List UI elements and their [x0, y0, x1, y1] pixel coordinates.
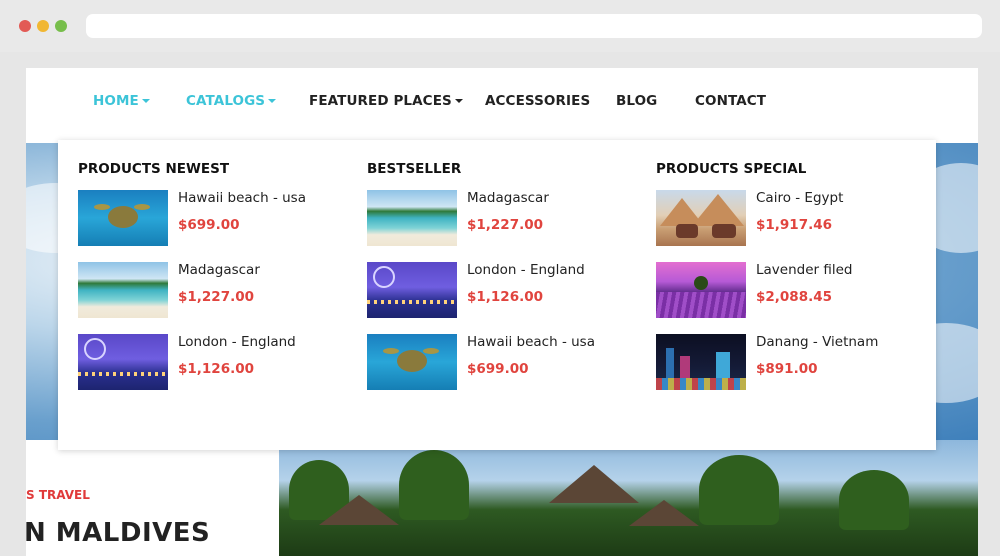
product-price: $1,227.00: [467, 217, 544, 233]
product-item[interactable]: Madagascar $1,227.00: [367, 190, 647, 246]
nav-home-label: HOME: [93, 93, 139, 109]
product-price: $1,126.00: [178, 361, 255, 377]
hero-tag: S TRAVEL: [26, 488, 90, 502]
window-zoom-button[interactable]: [55, 20, 67, 32]
sea-turtle-thumbnail[interactable]: [367, 334, 457, 390]
product-name[interactable]: Hawaii beach - usa: [178, 190, 306, 206]
product-name[interactable]: Madagascar: [178, 262, 260, 278]
sea-turtle-thumbnail[interactable]: [78, 190, 168, 246]
product-price: $1,126.00: [467, 289, 544, 305]
hut-roof: [629, 500, 699, 526]
nav-catalogs-label: CATALOGS: [186, 93, 266, 109]
nav-accessories-label: ACCESSORIES: [485, 93, 591, 109]
product-name[interactable]: Lavender filed: [756, 262, 853, 278]
chevron-down-icon: [454, 99, 463, 103]
chevron-down-icon: [141, 99, 150, 103]
column-title: PRODUCTS NEWEST: [78, 161, 230, 177]
product-item[interactable]: Hawaii beach - usa $699.00: [367, 334, 647, 390]
product-name[interactable]: Cairo - Egypt: [756, 190, 843, 206]
danang-night-thumbnail[interactable]: [656, 334, 746, 390]
product-item[interactable]: London - England $1,126.00: [78, 334, 358, 390]
nav-contact[interactable]: CONTACT: [695, 93, 766, 109]
product-item[interactable]: Danang - Vietnam $891.00: [656, 334, 936, 390]
product-price: $2,088.45: [756, 289, 833, 305]
nav-home[interactable]: HOME: [93, 93, 150, 109]
palm-tree: [699, 455, 779, 525]
nav-featured-places[interactable]: FEATURED PLACES: [309, 93, 463, 109]
main-navbar: HOME CATALOGS FEATURED PLACES ACCESSORIE…: [26, 68, 978, 140]
product-price: $1,917.46: [756, 217, 833, 233]
product-item[interactable]: Lavender filed $2,088.45: [656, 262, 936, 318]
window-close-button[interactable]: [19, 20, 31, 32]
palm-tree: [399, 450, 469, 520]
product-name[interactable]: Hawaii beach - usa: [467, 334, 595, 350]
product-item[interactable]: Madagascar $1,227.00: [78, 262, 358, 318]
product-item[interactable]: Cairo - Egypt $1,917.46: [656, 190, 936, 246]
product-item[interactable]: London - England $1,126.00: [367, 262, 647, 318]
hero-text-block: S TRAVEL N MALDIVES: [26, 440, 279, 556]
london-night-thumbnail[interactable]: [78, 334, 168, 390]
nav-accessories[interactable]: ACCESSORIES: [485, 93, 590, 109]
menu-column-products-special: PRODUCTS SPECIAL Cairo - Egypt $1,917.46…: [656, 140, 936, 450]
menu-column-products-newest: PRODUCTS NEWEST Hawaii beach - usa $699.…: [78, 140, 358, 450]
hut-roof: [319, 495, 399, 525]
pyramids-thumbnail[interactable]: [656, 190, 746, 246]
product-name[interactable]: Madagascar: [467, 190, 549, 206]
catalogs-mega-menu: PRODUCTS NEWEST Hawaii beach - usa $699.…: [58, 140, 936, 450]
product-price: $699.00: [178, 217, 240, 233]
product-price: $1,227.00: [178, 289, 255, 305]
product-item[interactable]: Hawaii beach - usa $699.00: [78, 190, 358, 246]
beach-thumbnail[interactable]: [367, 190, 457, 246]
nav-featured-places-label: FEATURED PLACES: [309, 93, 452, 109]
hero-title: N MALDIVES: [26, 518, 211, 548]
nav-catalogs[interactable]: CATALOGS: [186, 93, 277, 109]
nav-contact-label: CONTACT: [695, 93, 767, 109]
product-price: $699.00: [467, 361, 529, 377]
hut-roof: [549, 465, 639, 503]
nav-blog-label: BLOG: [616, 93, 658, 109]
chevron-down-icon: [268, 99, 277, 103]
beach-thumbnail[interactable]: [78, 262, 168, 318]
menu-column-bestseller: BESTSELLER Madagascar $1,227.00 London -…: [367, 140, 647, 450]
column-title: PRODUCTS SPECIAL: [656, 161, 807, 177]
address-bar[interactable]: [86, 14, 982, 38]
palm-tree: [839, 470, 909, 530]
product-name[interactable]: Danang - Vietnam: [756, 334, 878, 350]
window-minimize-button[interactable]: [37, 20, 49, 32]
product-name[interactable]: London - England: [178, 334, 296, 350]
nav-blog[interactable]: BLOG: [616, 93, 657, 109]
browser-chrome: [0, 0, 1000, 52]
lavender-field-thumbnail[interactable]: [656, 262, 746, 318]
product-price: $891.00: [756, 361, 818, 377]
product-name[interactable]: London - England: [467, 262, 585, 278]
column-title: BESTSELLER: [367, 161, 462, 177]
london-night-thumbnail[interactable]: [367, 262, 457, 318]
resort-image: [279, 440, 978, 556]
